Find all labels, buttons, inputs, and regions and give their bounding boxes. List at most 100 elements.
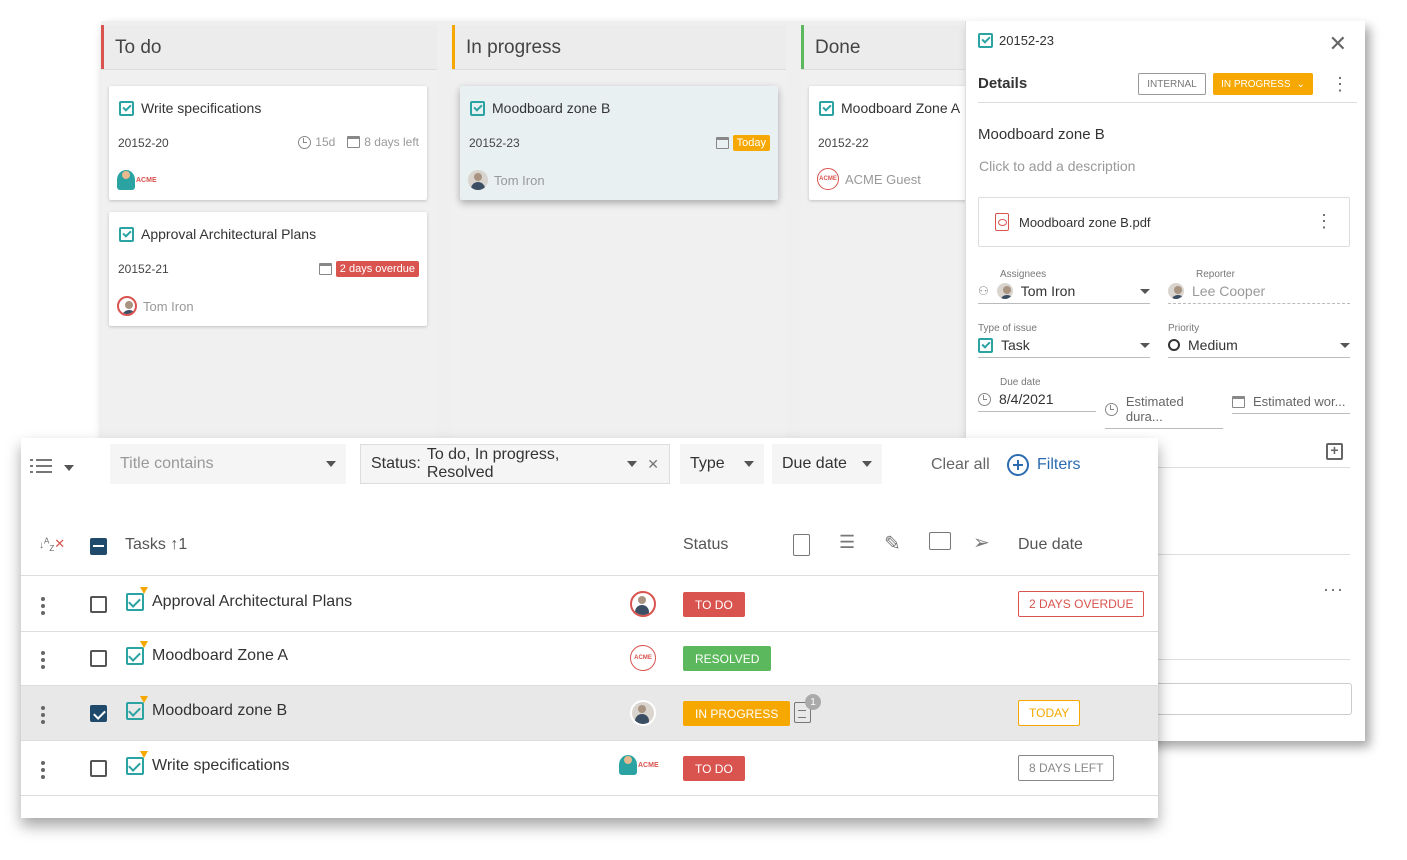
card-code: 20152-22: [818, 136, 869, 150]
overdue-badge: 2 days overdue: [335, 261, 419, 277]
status-header[interactable]: Status: [683, 536, 728, 554]
status-badge[interactable]: RESOLVED: [683, 646, 772, 671]
card-title: Write specifications: [141, 100, 262, 116]
task-card[interactable]: Write specifications 20152-20 15d 8 days…: [109, 86, 427, 200]
estimated-duration-field[interactable]: Estimated dura...: [1105, 391, 1223, 429]
priority-icon: [1168, 339, 1180, 351]
acme-avatar-icon: ACME: [117, 170, 157, 190]
assignees-field[interactable]: Assignees ⚇ Tom Iron: [978, 269, 1150, 304]
checklist-icon[interactable]: ☰: [839, 532, 855, 553]
status-badge[interactable]: TO DO: [683, 756, 745, 781]
card-meta: Today: [715, 135, 770, 151]
column-color-bar: [101, 25, 104, 69]
task-check-icon: [119, 101, 134, 116]
status-filter[interactable]: Status: To do, In progress, Resolved ✕: [360, 444, 670, 484]
table-row[interactable]: Moodboard Zone A ACME RESOLVED: [21, 631, 1158, 686]
add-circle-icon: [1007, 454, 1029, 476]
status-filter-value: To do, In progress, Resolved: [426, 446, 560, 481]
filters-button[interactable]: Filters: [1007, 454, 1081, 476]
description-placeholder[interactable]: Click to add a description: [979, 158, 1135, 174]
task-title: Write specifications: [152, 757, 290, 774]
card-title: Moodboard zone B: [492, 100, 611, 116]
more-horiz-icon[interactable]: ···: [1323, 579, 1344, 600]
task-title-cell[interactable]: Write specifications: [126, 751, 290, 775]
field-value: Estimated dura...: [1105, 394, 1223, 429]
comment-input[interactable]: [1156, 683, 1352, 715]
estimated-work-field[interactable]: Estimated wor...: [1232, 391, 1350, 414]
due-badge: 2 DAYS OVERDUE: [1018, 591, 1145, 617]
avatar: [117, 296, 137, 316]
clear-icon[interactable]: ✕: [647, 456, 659, 473]
column-color-bar: [452, 25, 455, 69]
select-all-checkbox[interactable]: [90, 538, 107, 555]
close-icon[interactable]: ✕: [1329, 33, 1347, 55]
column-header-done: Done: [801, 25, 965, 70]
due-date-header[interactable]: Due date: [1018, 536, 1083, 554]
add-user-icon[interactable]: ⚇: [978, 284, 989, 298]
due-date-field[interactable]: Due date 8/4/2021: [978, 377, 1096, 412]
priority-value: Medium: [1188, 337, 1238, 353]
task-card-active[interactable]: Moodboard zone B 20152-23 Today Tom Iron: [460, 86, 778, 200]
list-view-icon[interactable]: [30, 459, 52, 475]
column-todo: To do Write specifications 20152-20 15d …: [101, 25, 437, 441]
pencil-icon[interactable]: ✎: [884, 531, 901, 556]
details-title[interactable]: Moodboard zone B: [978, 126, 1105, 143]
field-label: Priority: [1168, 323, 1200, 334]
add-box-icon[interactable]: +: [1326, 443, 1343, 460]
row-checkbox[interactable]: [90, 650, 107, 667]
internal-tag[interactable]: INTERNAL: [1138, 73, 1206, 95]
row-menu-icon[interactable]: [41, 706, 45, 727]
reporter-field[interactable]: Reporter Lee Cooper: [1168, 269, 1350, 304]
chevron-down-icon: [1140, 342, 1150, 348]
status-badge[interactable]: TO DO: [683, 592, 745, 617]
task-title-cell[interactable]: Moodboard zone B: [126, 696, 287, 720]
details-header: Details INTERNAL IN PROGRESS ⌄ ⋮: [978, 71, 1357, 103]
row-menu-icon[interactable]: [41, 597, 45, 618]
est-duration: Estimated dura...: [1125, 394, 1184, 424]
status-badge[interactable]: IN PROGRESS: [683, 701, 791, 726]
tasks-header[interactable]: Tasks ↑1: [125, 536, 187, 554]
table-row[interactable]: Approval Architectural Plans TO DO 2 DAY…: [21, 577, 1158, 632]
card-code: 20152-20: [118, 136, 169, 150]
task-title-cell[interactable]: Approval Architectural Plans: [126, 587, 352, 611]
chevron-down-icon: [862, 461, 872, 467]
task-card[interactable]: Approval Architectural Plans 20152-21 2 …: [109, 212, 427, 326]
task-check-icon: [978, 33, 993, 48]
title-filter-input[interactable]: Title contains: [110, 444, 346, 484]
today-badge: Today: [732, 135, 770, 151]
est-work: Estimated wor...: [1253, 394, 1346, 409]
row-checkbox[interactable]: [90, 705, 107, 722]
attachment-item[interactable]: Moodboard zone B.pdf ⋮: [978, 197, 1350, 247]
due-date-filter[interactable]: Due date: [772, 444, 882, 484]
more-vert-icon[interactable]: ⋮: [1331, 75, 1349, 93]
priority-field[interactable]: Priority Medium: [1168, 323, 1350, 358]
sort-az-icon[interactable]: ↓AZ✕: [39, 536, 65, 553]
field-label: Assignees: [1000, 269, 1047, 280]
task-check-icon: [126, 641, 148, 665]
row-menu-icon[interactable]: [41, 761, 45, 782]
status-dropdown[interactable]: IN PROGRESS ⌄: [1213, 73, 1313, 95]
avatar: [630, 700, 656, 726]
type-field[interactable]: Type of issue Task: [978, 323, 1150, 358]
table-row-selected[interactable]: Moodboard zone B IN PROGRESS 1 TODAY: [21, 686, 1158, 741]
send-icon[interactable]: ➢: [973, 530, 990, 555]
field-value: Estimated wor...: [1232, 394, 1350, 414]
type-filter[interactable]: Type: [680, 444, 764, 484]
document-icon[interactable]: [793, 534, 810, 556]
clear-all-button[interactable]: Clear all: [931, 456, 990, 474]
row-menu-icon[interactable]: [41, 651, 45, 672]
assignee-name: ACME Guest: [845, 171, 921, 187]
task-card[interactable]: Moodboard Zone A 20152-22 ACME ACME Gues…: [809, 86, 965, 200]
row-checkbox[interactable]: [90, 760, 107, 777]
chevron-down-icon[interactable]: [64, 465, 74, 471]
more-vert-icon[interactable]: ⋮: [1315, 212, 1333, 230]
card-assignee: Tom Iron: [117, 296, 194, 316]
table-row[interactable]: Write specifications ACME TO DO 8 DAYS L…: [21, 741, 1158, 796]
row-checkbox[interactable]: [90, 596, 107, 613]
card-assignee: ACME: [117, 170, 157, 190]
pdf-icon: [995, 213, 1009, 231]
attachment-name: Moodboard zone B.pdf: [1019, 214, 1151, 230]
task-title-cell[interactable]: Moodboard Zone A: [126, 641, 288, 665]
comment-icon[interactable]: [929, 532, 951, 550]
type-filter-label: Type: [690, 455, 725, 472]
